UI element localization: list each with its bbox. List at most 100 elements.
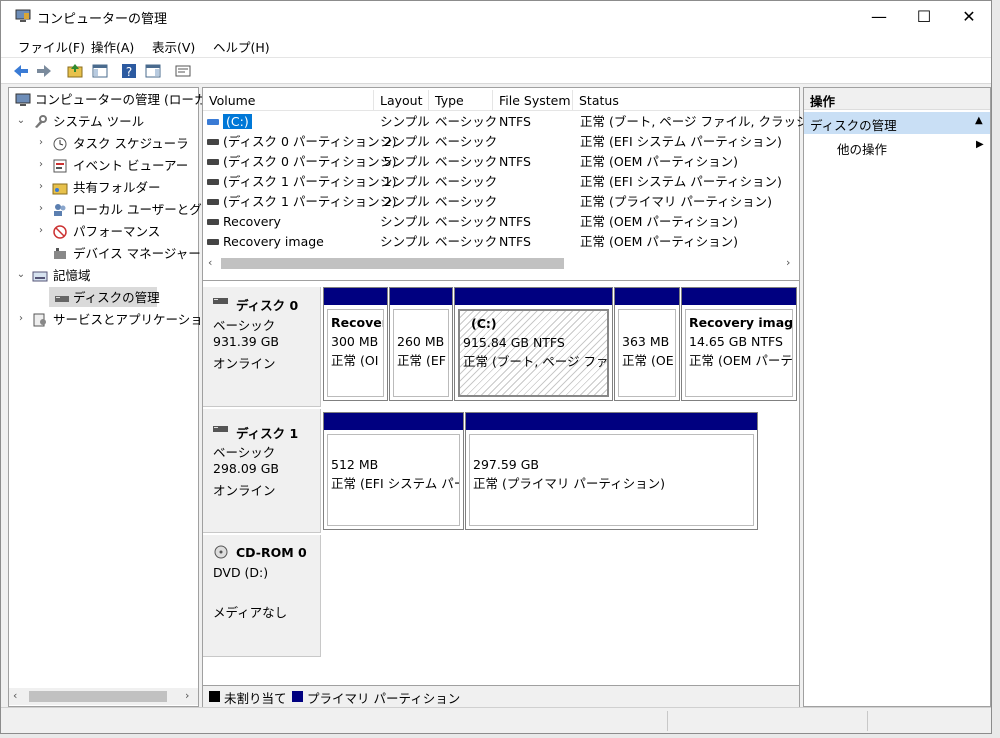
volume-row[interactable]: (ディスク 0 パーティション 5) シンプル ベーシック NTFS 正常 (O… [203,152,799,172]
title-bar: コンピューターの管理 — ☐ ✕ [1,1,991,32]
users-icon [54,204,66,216]
partition-disk1-efi[interactable]: 512 MB 正常 (EFI システム パー [323,412,464,530]
tree-item-disk-management[interactable]: ディスクの管理 [73,288,160,308]
actions-pane: 操作 ディスクの管理 ▲ 他の操作 ▶ [803,87,991,707]
show-console-tree-icon[interactable] [90,61,110,81]
menu-help[interactable]: ヘルプ(H) [213,37,270,56]
partition-box-selected: (C:) 915.84 GB NTFS 正常 (ブート, ページ ファイル [458,309,609,397]
volume-type: ベーシック [435,234,498,249]
volume-layout: シンプル [380,234,430,249]
scroll-right-icon[interactable]: › [185,689,189,702]
cdrom-0-label[interactable]: CD-ROM 0 DVD (D:) メディアなし [203,535,321,657]
help-icon[interactable]: ? [119,61,139,81]
cdrom-drive: DVD (D:) [213,565,269,580]
partition-oem[interactable]: 363 MB 正常 (OE [614,287,680,401]
volume-row[interactable]: (ディスク 1 パーティション 1) シンプル ベーシック 正常 (EFI シス… [203,172,799,192]
partition-size: 915.84 GB NTFS [463,335,565,350]
disk-1-label[interactable]: ディスク 1 ベーシック 298.09 GB オンライン [203,409,321,533]
scroll-left-icon[interactable]: ‹ [13,689,17,702]
partition-c-drive[interactable]: (C:) 915.84 GB NTFS 正常 (ブート, ページ ファイル [454,287,613,401]
partition-bar [615,288,679,305]
partition-recovery-image[interactable]: Recovery image 14.65 GB NTFS 正常 (OEM パーテ [681,287,797,401]
volume-status: 正常 (OEM パーティション) [580,234,738,249]
collapse-arrow-icon[interactable]: › [36,203,46,214]
show-action-pane-icon[interactable] [143,61,163,81]
tree-horizontal-scrollbar[interactable]: ‹ › [9,688,198,705]
partition-box: 512 MB 正常 (EFI システム パー [327,434,460,526]
scroll-right-icon[interactable]: › [786,256,790,269]
tree-item-shared-folders[interactable]: 共有フォルダー [73,178,161,198]
window-title: コンピューターの管理 [37,12,168,27]
properties-icon[interactable] [173,61,193,81]
partition-disk1-primary[interactable]: 297.59 GB 正常 (プライマリ パーティション) [465,412,758,530]
partition-efi[interactable]: 260 MB 正常 (EF [389,287,453,401]
tree-item-event-viewer[interactable]: イベント ビューアー [73,156,188,176]
event-viewer-icon [53,159,67,173]
expand-arrow-icon[interactable]: ⌄ [16,269,26,280]
partition-status: 正常 (EFI システム パー [331,476,460,491]
folder-up-icon[interactable] [65,61,85,81]
disk-name: ディスク 0 [236,298,299,313]
back-arrow-icon[interactable] [11,61,31,81]
forward-arrow-icon[interactable] [34,61,54,81]
volume-drive-icon [207,238,219,245]
expand-arrow-icon[interactable]: ⌄ [16,115,26,126]
cd-drive-icon [214,545,228,559]
tree-item-storage[interactable]: 記憶域 [53,266,91,286]
volume-list-horizontal-scrollbar[interactable]: ‹ › [203,255,799,272]
partition-box: 260 MB 正常 (EF [393,309,449,397]
menu-view[interactable]: 表示(V) [152,37,195,56]
close-button[interactable]: ✕ [946,1,991,32]
scrollbar-thumb[interactable] [29,691,167,702]
volume-status: 正常 (EFI システム パーティション) [580,174,782,189]
volume-row[interactable]: Recovery シンプル ベーシック NTFS 正常 (OEM パーティション… [203,212,799,232]
tree-item-performance[interactable]: パフォーマンス [73,222,160,242]
disk-size: 298.09 GB [213,461,279,476]
collapse-arrow-icon[interactable]: › [36,159,46,170]
actions-section-disk-management[interactable]: ディスクの管理 ▲ [804,112,990,134]
partition-bar [324,288,387,305]
partition-bar [455,288,612,305]
maximize-button[interactable]: ☐ [901,1,947,32]
volume-status: 正常 (EFI システム パーティション) [580,134,782,149]
volume-list-header: Volume Layout Type File System Status [203,90,799,111]
column-header-status[interactable]: Status [573,90,799,111]
disk-0-label[interactable]: ディスク 0 ベーシック 931.39 GB オンライン [203,287,321,407]
volume-row[interactable]: (C:) シンプル ベーシック NTFS 正常 (ブート, ページ ファイル, … [203,112,837,132]
column-header-type[interactable]: Type [429,90,493,111]
action-more-actions[interactable]: 他の操作 ▶ [804,136,990,158]
volume-row[interactable]: (ディスク 0 パーティション 2) シンプル ベーシック 正常 (EFI シス… [203,132,799,152]
collapse-triangle-icon[interactable]: ▲ [975,115,983,126]
scroll-left-icon[interactable]: ‹ [208,256,212,269]
partition-status: 正常 (OI [331,353,379,368]
collapse-arrow-icon[interactable]: › [36,181,46,192]
partition-title: (C:) [471,316,497,331]
column-header-layout[interactable]: Layout [374,90,429,111]
collapse-arrow-icon[interactable]: › [36,225,46,236]
volume-row[interactable]: Recovery image シンプル ベーシック NTFS 正常 (OEM パ… [203,232,799,252]
column-header-volume[interactable]: Volume [203,90,374,111]
tree-item-services-apps[interactable]: サービスとアプリケーション [53,310,215,330]
tree-item-system-tools[interactable]: システム ツール [53,112,144,132]
menu-action[interactable]: 操作(A) [91,37,134,56]
volume-row[interactable]: (ディスク 1 パーティション 2) シンプル ベーシック 正常 (プライマリ … [203,192,799,212]
scrollbar-thumb[interactable] [221,258,564,269]
tree-item-computer-management[interactable]: コンピューターの管理 (ローカル) [35,90,224,110]
volume-type: ベーシック [435,134,498,149]
tree-item-local-users[interactable]: ローカル ユーザーとグル- [73,200,219,220]
tree-item-device-manager[interactable]: デバイス マネージャー [73,244,201,264]
services-icon [33,313,46,327]
partition-title: Recover [331,315,384,330]
partition-status: 正常 (EF [397,353,446,368]
device-manager-icon [54,248,66,259]
minimize-button[interactable]: — [856,1,902,32]
disk-state: オンライン [213,483,276,498]
collapse-arrow-icon[interactable]: › [36,137,46,148]
tree-item-task-scheduler[interactable]: タスク スケジューラ [73,134,189,154]
menu-file[interactable]: ファイル(F) [18,37,85,56]
column-header-file-system[interactable]: File System [493,90,573,111]
partition-size: 512 MB [331,457,379,472]
volume-layout: シンプル [380,134,430,149]
collapse-arrow-icon[interactable]: › [16,313,26,324]
partition-recovery[interactable]: Recover 300 MB 正常 (OI [323,287,388,401]
